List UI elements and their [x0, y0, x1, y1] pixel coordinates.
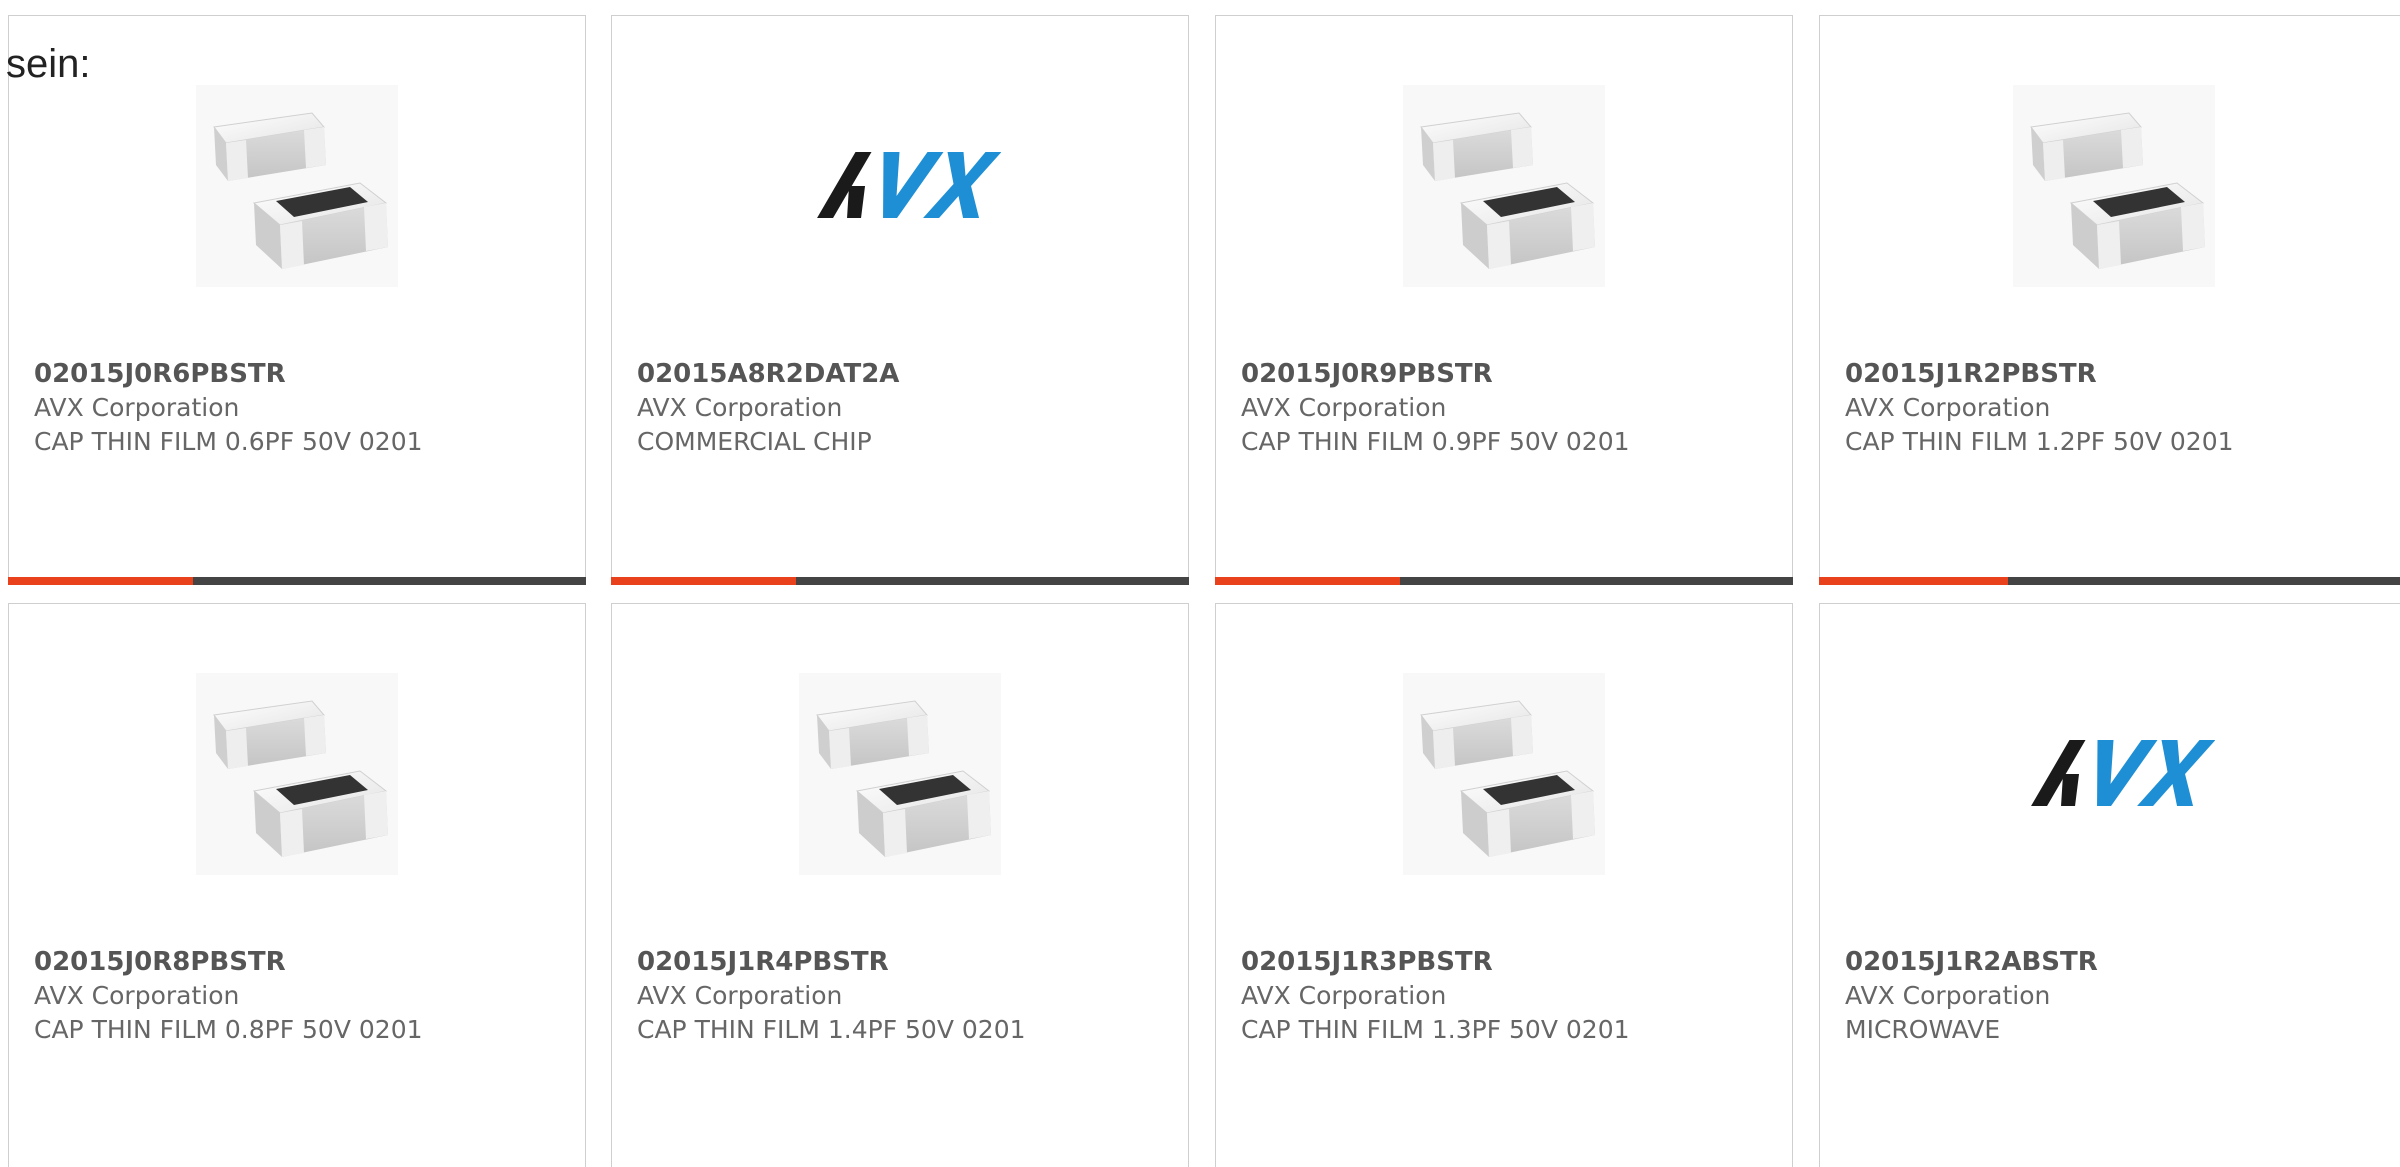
- card-progress-bar: [1215, 577, 1793, 585]
- product-card[interactable]: 02015J0R8PBSTR AVX Corporation CAP THIN …: [8, 603, 586, 1167]
- part-number-link[interactable]: 02015J0R8PBSTR: [34, 947, 286, 977]
- card-progress-bar: [611, 577, 1189, 585]
- chip-capacitor-image: [1403, 673, 1605, 875]
- card-progress-fill: [611, 577, 796, 585]
- avx-logo: [2013, 673, 2215, 875]
- part-number-link[interactable]: 02015J0R6PBSTR: [34, 359, 286, 389]
- manufacturer-name: AVX Corporation: [34, 393, 240, 422]
- intro-text: sein:: [6, 42, 91, 86]
- card-progress-fill: [8, 577, 193, 585]
- product-card[interactable]: 02015J0R6PBSTR AVX Corporation CAP THIN …: [8, 15, 586, 585]
- part-number-link[interactable]: 02015J1R3PBSTR: [1241, 947, 1493, 977]
- product-description: COMMERCIAL CHIP: [637, 427, 872, 456]
- product-card[interactable]: 02015J1R3PBSTR AVX Corporation CAP THIN …: [1215, 603, 1793, 1167]
- chip-capacitor-image: [799, 673, 1001, 875]
- part-number-link[interactable]: 02015J1R2ABSTR: [1845, 947, 2098, 977]
- product-card[interactable]: 02015J1R2ABSTR AVX Corporation MICROWAVE: [1819, 603, 2400, 1167]
- manufacturer-name: AVX Corporation: [637, 393, 843, 422]
- chip-capacitor-image: [196, 673, 398, 875]
- card-progress-fill: [1215, 577, 1400, 585]
- product-description: MICROWAVE: [1845, 1015, 2001, 1044]
- manufacturer-name: AVX Corporation: [34, 981, 240, 1010]
- avx-logo: [799, 85, 1001, 287]
- product-description: CAP THIN FILM 1.4PF 50V 0201: [637, 1015, 1026, 1044]
- product-grid-page: sein: 02015J0R6PBSTR AVX Corporation CAP…: [0, 0, 2400, 1167]
- chip-capacitor-image: [2013, 85, 2215, 287]
- product-card[interactable]: 02015J0R9PBSTR AVX Corporation CAP THIN …: [1215, 15, 1793, 585]
- product-card[interactable]: 02015A8R2DAT2A AVX Corporation COMMERCIA…: [611, 15, 1189, 585]
- manufacturer-name: AVX Corporation: [1845, 393, 2051, 422]
- part-number-link[interactable]: 02015A8R2DAT2A: [637, 359, 899, 389]
- manufacturer-name: AVX Corporation: [1845, 981, 2051, 1010]
- product-card[interactable]: 02015J1R2PBSTR AVX Corporation CAP THIN …: [1819, 15, 2400, 585]
- card-progress-bar: [8, 577, 586, 585]
- chip-capacitor-image: [1403, 85, 1605, 287]
- card-progress-bar: [1819, 577, 2400, 585]
- manufacturer-name: AVX Corporation: [1241, 393, 1447, 422]
- product-description: CAP THIN FILM 1.2PF 50V 0201: [1845, 427, 2234, 456]
- product-description: CAP THIN FILM 0.6PF 50V 0201: [34, 427, 423, 456]
- card-progress-fill: [1819, 577, 2008, 585]
- part-number-link[interactable]: 02015J1R4PBSTR: [637, 947, 889, 977]
- part-number-link[interactable]: 02015J1R2PBSTR: [1845, 359, 2097, 389]
- part-number-link[interactable]: 02015J0R9PBSTR: [1241, 359, 1493, 389]
- chip-capacitor-image: [196, 85, 398, 287]
- product-description: CAP THIN FILM 1.3PF 50V 0201: [1241, 1015, 1630, 1044]
- product-card[interactable]: 02015J1R4PBSTR AVX Corporation CAP THIN …: [611, 603, 1189, 1167]
- product-description: CAP THIN FILM 0.9PF 50V 0201: [1241, 427, 1630, 456]
- manufacturer-name: AVX Corporation: [637, 981, 843, 1010]
- manufacturer-name: AVX Corporation: [1241, 981, 1447, 1010]
- product-description: CAP THIN FILM 0.8PF 50V 0201: [34, 1015, 423, 1044]
